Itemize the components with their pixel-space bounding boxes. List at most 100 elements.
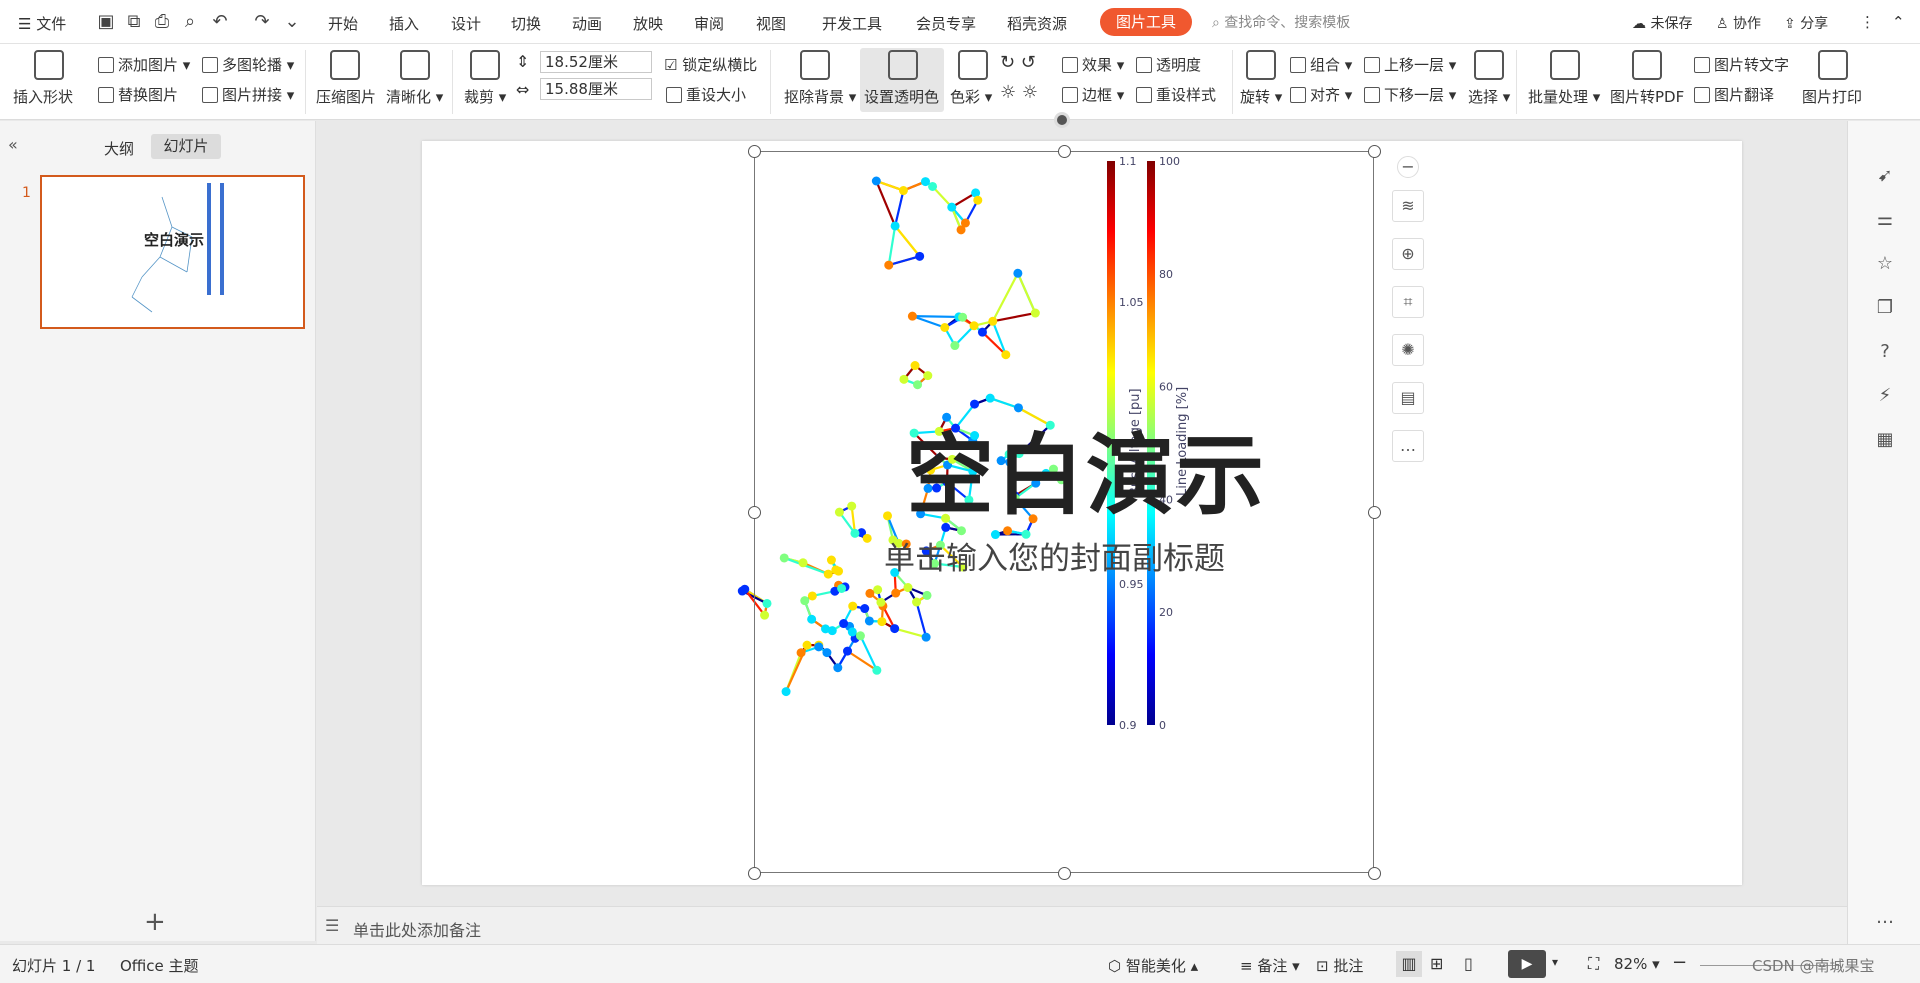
brightness-up-icon[interactable]: ↻ ↺ <box>1000 52 1036 73</box>
tab-4[interactable]: 动画 <box>572 13 602 34</box>
reset-style-button[interactable]: 重设样式 <box>1136 84 1216 105</box>
to-text-button[interactable]: 图片转文字 <box>1694 54 1789 75</box>
resize-handle[interactable] <box>1368 867 1381 880</box>
file-menu[interactable]: ☰ 文件 <box>18 13 66 34</box>
color-button[interactable]: 色彩 ▾ <box>950 86 992 107</box>
translate-button[interactable]: 图片翻译 <box>1694 84 1774 105</box>
rotate-handle-icon[interactable] <box>1054 112 1070 128</box>
effects-button[interactable]: 效果 ▾ <box>1062 54 1124 75</box>
resize-handle[interactable] <box>1058 145 1071 158</box>
print-picture-button[interactable]: 图片打印 <box>1802 86 1862 107</box>
set-transparent-button[interactable]: 设置透明色 <box>864 86 939 107</box>
transparency-button[interactable]: 透明度 <box>1136 54 1201 75</box>
zoom-out-icon[interactable]: − <box>1672 952 1687 973</box>
zoom-in-icon[interactable]: ⊕ <box>1392 238 1424 270</box>
copy-icon[interactable]: ❐ <box>1874 297 1896 319</box>
tab-outline[interactable]: 大纲 <box>104 138 134 159</box>
settings-sliders-icon[interactable]: ⚌ <box>1874 209 1896 231</box>
customize-dropdown-icon[interactable]: ⌄ <box>282 12 302 32</box>
width-field[interactable]: 18.52厘米 <box>540 51 652 73</box>
more-icon[interactable]: ⋮ <box>1860 13 1875 31</box>
rotate-button[interactable]: 旋转 ▾ <box>1240 86 1282 107</box>
bring-forward-button[interactable]: 上移一层 ▾ <box>1364 54 1456 75</box>
notes-toggle[interactable]: ≡ 备注 ▾ <box>1240 955 1300 976</box>
tab-8[interactable]: 开发工具 <box>822 13 882 34</box>
star-icon[interactable]: ☆ <box>1874 253 1896 275</box>
redo-icon[interactable]: ↷ <box>252 12 272 32</box>
compress-button[interactable]: 压缩图片 <box>316 86 376 107</box>
to-pdf-button[interactable]: 图片转PDF <box>1610 86 1684 107</box>
collapse-panel-icon[interactable]: « <box>8 135 18 154</box>
reading-view-icon[interactable]: ▯ <box>1464 954 1473 973</box>
crop-tool-icon[interactable]: ⌗ <box>1392 286 1424 318</box>
picture-collage-button[interactable]: 图片拼接 ▾ <box>202 84 294 105</box>
unsaved-button[interactable]: ☁ 未保存 <box>1632 13 1692 33</box>
preview-icon[interactable]: ⌕ <box>180 12 200 32</box>
tab-10[interactable]: 稻壳资源 <box>1007 13 1067 34</box>
sharpen-button[interactable]: 清晰化 ▾ <box>386 86 443 107</box>
grid-view-icon[interactable]: ⊞ <box>1430 954 1443 973</box>
more-sidebar-icon[interactable]: … <box>1874 907 1896 929</box>
undo-icon[interactable]: ↶ <box>210 12 230 32</box>
picture-edit-icon[interactable]: ▦ <box>1874 429 1896 451</box>
add-slide-icon[interactable]: + <box>144 907 166 937</box>
lightning-icon[interactable]: ⚡ <box>1874 385 1896 407</box>
collab-button[interactable]: ♙ 协作 <box>1716 13 1761 33</box>
save-icon[interactable]: ▣ <box>96 12 116 32</box>
slide[interactable]: 1.1 1.05 1 0.95 0.9 100 80 60 40 20 0 Bus Voltage [… <box>422 141 1742 885</box>
search-box[interactable]: ⌕ 查找命令、搜索模板 <box>1212 12 1350 32</box>
export-icon[interactable]: ⧉ <box>124 12 144 32</box>
slide-thumbnail[interactable]: 空白演示 <box>40 175 305 329</box>
print-icon[interactable]: ⎙ <box>152 12 172 32</box>
theme-name[interactable]: Office 主题 <box>120 955 199 976</box>
resize-handle[interactable] <box>1368 145 1381 158</box>
beautify-button[interactable]: ⬡ 智能美化 ▴ <box>1108 955 1198 976</box>
tab-slides[interactable]: 幻灯片 <box>151 134 221 159</box>
normal-view-icon[interactable]: ▥ <box>1396 951 1422 977</box>
align-button[interactable]: 对齐 ▾ <box>1290 84 1352 105</box>
layers-icon[interactable]: ≋ <box>1392 190 1424 222</box>
group-button[interactable]: 组合 ▾ <box>1290 54 1352 75</box>
multi-carousel-button[interactable]: 多图轮播 ▾ <box>202 54 294 75</box>
fit-window-icon[interactable]: ⛶ <box>1588 954 1599 974</box>
tab-2[interactable]: 设计 <box>451 13 481 34</box>
resize-handle[interactable] <box>1368 506 1381 519</box>
zoom-level[interactable]: 82% ▾ <box>1614 955 1660 973</box>
more-tools-icon[interactable]: … <box>1392 430 1424 462</box>
collapse-ribbon-icon[interactable]: ⌃ <box>1892 13 1905 31</box>
tab-0[interactable]: 开始 <box>328 13 358 34</box>
replace-picture-button[interactable]: 替换图片 <box>98 84 178 105</box>
share-button[interactable]: ⇪ 分享 <box>1784 13 1828 33</box>
tab-1[interactable]: 插入 <box>389 13 419 34</box>
help-icon[interactable]: ? <box>1874 341 1896 363</box>
border-button[interactable]: 边框 ▾ <box>1062 84 1124 105</box>
remove-bg-button[interactable]: 抠除背景 ▾ <box>784 86 856 107</box>
rocket-icon[interactable]: ➹ <box>1874 165 1896 187</box>
resize-handle[interactable] <box>748 867 761 880</box>
send-backward-button[interactable]: 下移一层 ▾ <box>1364 84 1456 105</box>
tab-6[interactable]: 审阅 <box>694 13 724 34</box>
tab-3[interactable]: 切换 <box>511 13 541 34</box>
tab-5[interactable]: 放映 <box>633 13 663 34</box>
tab-9[interactable]: 会员专享 <box>916 13 976 34</box>
resize-handle[interactable] <box>748 506 761 519</box>
batch-button[interactable]: 批量处理 ▾ <box>1528 86 1600 107</box>
tab-picture-tools[interactable]: 图片工具 <box>1100 8 1192 36</box>
height-field[interactable]: 15.88厘米 <box>540 78 652 100</box>
image-ocr-icon[interactable]: ▤ <box>1392 382 1424 414</box>
play-dropdown-icon[interactable]: ▾ <box>1552 955 1558 969</box>
lock-ratio-checkbox[interactable]: ☑ 锁定纵横比 <box>664 54 757 75</box>
crop-button[interactable]: 裁剪 ▾ <box>464 86 506 107</box>
resize-handle[interactable] <box>748 145 761 158</box>
add-picture-button[interactable]: 添加图片 ▾ <box>98 54 190 75</box>
comments-button[interactable]: ⊡ 批注 <box>1316 955 1363 976</box>
tab-7[interactable]: 视图 <box>756 13 786 34</box>
idea-icon[interactable]: ✺ <box>1392 334 1424 366</box>
reset-size-button[interactable]: 重设大小 <box>666 84 746 105</box>
notes-bar[interactable]: ☰ 单击此处添加备注 <box>317 906 1847 944</box>
insert-shape-button[interactable]: 插入形状 <box>13 86 73 107</box>
resize-handle[interactable] <box>1058 867 1071 880</box>
contrast-icon[interactable]: ☼ ☼ <box>1000 82 1038 103</box>
collapse-tools-icon[interactable]: − <box>1397 156 1419 178</box>
select-button[interactable]: 选择 ▾ <box>1468 86 1510 107</box>
